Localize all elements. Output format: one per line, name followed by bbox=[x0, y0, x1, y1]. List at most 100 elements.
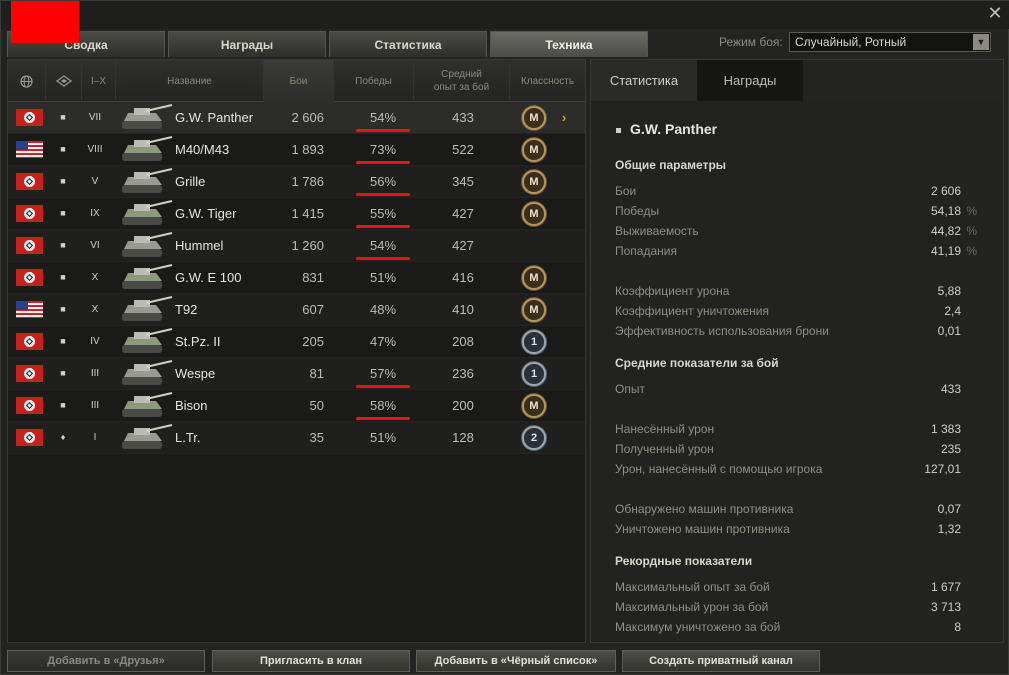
badge-cell: M bbox=[518, 134, 550, 165]
add-blacklist-button[interactable]: Добавить в «Чёрный список» bbox=[416, 650, 616, 672]
details-tab-statistics[interactable]: Статистика bbox=[591, 60, 697, 101]
add-friend-button[interactable]: Добавить в «Друзья» bbox=[7, 650, 205, 672]
nation-cell bbox=[12, 422, 46, 453]
vehicle-avg-exp: 200 bbox=[452, 398, 474, 413]
table-row[interactable]: ■ III Wespe 81 57% 236 1 bbox=[8, 358, 585, 390]
tank-image-icon bbox=[116, 198, 176, 229]
vehicle-battles: 1 893 bbox=[291, 142, 324, 157]
battle-mode-value: Случайный, Ротный bbox=[795, 35, 907, 49]
level-badge-icon: 1 bbox=[522, 329, 546, 354]
vehicle-type-icon[interactable] bbox=[46, 60, 82, 102]
vehicle-name: T92 bbox=[175, 302, 198, 317]
header-avg-exp[interactable]: Средний опыт за бой bbox=[414, 60, 510, 102]
header-battles-label: Бои bbox=[289, 75, 308, 87]
invite-clan-button[interactable]: Пригласить в клан bbox=[212, 650, 410, 672]
vehicle-avg-exp: 416 bbox=[452, 270, 474, 285]
stat-row: Опыт 433 bbox=[615, 382, 977, 398]
header-wins[interactable]: Победы bbox=[334, 60, 414, 102]
vehicle-name: St.Pz. II bbox=[175, 334, 221, 349]
germany-flag-icon bbox=[15, 365, 43, 382]
vehicle-type: ■ bbox=[60, 176, 66, 186]
stat-row: Эффективность использования брони 0,01 bbox=[615, 324, 977, 340]
vehicle-name: Grille bbox=[175, 174, 206, 189]
vehicle-type: ■ bbox=[60, 240, 66, 250]
stat-value: 0,01 bbox=[937, 324, 961, 338]
header-mastery[interactable]: Классность bbox=[510, 60, 585, 102]
table-row[interactable]: ■ III Bison 50 58% 200 M bbox=[8, 390, 585, 422]
stat-label: Победы bbox=[615, 204, 660, 218]
stat-value: 433 bbox=[940, 382, 961, 396]
stat-value: 8 bbox=[954, 620, 961, 634]
vehicle-tier: VII bbox=[88, 112, 102, 123]
vehicle-battles: 1 786 bbox=[291, 174, 324, 189]
tab-vehicles[interactable]: Техника bbox=[490, 31, 648, 57]
badge-cell: M bbox=[518, 198, 550, 229]
badge-cell: 2 bbox=[518, 422, 550, 453]
vehicle-type: ■ bbox=[60, 400, 66, 410]
header-name[interactable]: Название bbox=[116, 60, 264, 102]
globe-icon[interactable] bbox=[8, 60, 46, 102]
vehicle-type: ■ bbox=[60, 368, 66, 378]
main-tabs: Сводка Награды Статистика Техника bbox=[7, 31, 651, 57]
profile-window: ✕ Сводка Награды Статистика Техника Режи… bbox=[0, 0, 1009, 675]
stat-row bbox=[615, 482, 977, 498]
vehicle-battles: 2 606 bbox=[291, 110, 324, 125]
table-row[interactable]: ■ VII G.W. Panther 2 606 54% 433 M › bbox=[8, 102, 585, 134]
germany-flag-icon bbox=[15, 397, 43, 414]
red-underline-mark bbox=[356, 385, 410, 388]
mastery-badge-icon: M bbox=[522, 393, 546, 418]
details-panel: Статистика Награды G.W. Panther Общие па… bbox=[590, 59, 1004, 643]
vehicle-type: ♦ bbox=[60, 432, 66, 442]
vehicle-title-text: G.W. Panther bbox=[630, 121, 718, 137]
stat-label: Полученный урон bbox=[615, 442, 714, 456]
tank-image-icon bbox=[116, 422, 176, 453]
tank-image-icon bbox=[116, 102, 176, 133]
chevron-right-icon: › bbox=[561, 110, 567, 125]
tank-image-icon bbox=[116, 390, 176, 421]
vehicle-name: L.Tr. bbox=[175, 430, 201, 445]
stat-label: Максимальный опыт за бой bbox=[615, 580, 770, 594]
close-icon[interactable]: ✕ bbox=[985, 3, 1005, 23]
badge-cell: 1 bbox=[518, 358, 550, 389]
table-row[interactable]: ■ VI Hummel 1 260 54% 427 bbox=[8, 230, 585, 262]
title-bar bbox=[1, 1, 1009, 29]
stat-label: Нанесённый урон bbox=[615, 422, 715, 436]
tab-awards[interactable]: Награды bbox=[168, 31, 326, 57]
create-channel-button[interactable]: Создать приватный канал bbox=[622, 650, 820, 672]
vehicle-tier: IX bbox=[90, 208, 100, 219]
stat-row: Победы 54,18% bbox=[615, 204, 977, 220]
stat-row: Коэффициент урона 5,88 bbox=[615, 284, 977, 300]
vehicle-battles: 205 bbox=[302, 334, 324, 349]
stat-row: Максимальный опыт за бой 1 677 bbox=[615, 580, 977, 596]
vehicle-avg-exp: 410 bbox=[452, 302, 474, 317]
vehicle-type: ■ bbox=[60, 144, 66, 154]
details-tab-awards[interactable]: Награды bbox=[697, 60, 803, 101]
nation-cell bbox=[12, 198, 46, 229]
header-tier[interactable]: I–X bbox=[82, 60, 116, 102]
germany-flag-icon bbox=[15, 333, 43, 350]
table-row[interactable]: ■ VIII M40/M43 1 893 73% 522 M bbox=[8, 134, 585, 166]
stat-row: Нанесённый урон 1 383 bbox=[615, 422, 977, 438]
stats-section-title: Рекордные показатели bbox=[615, 554, 753, 568]
stat-label: Уничтожено машин противника bbox=[615, 522, 790, 536]
table-row[interactable]: ■ X G.W. E 100 831 51% 416 M bbox=[8, 262, 585, 294]
tab-statistics[interactable]: Статистика bbox=[329, 31, 487, 57]
vehicle-battles: 1 260 bbox=[291, 238, 324, 253]
header-battles[interactable]: Бои bbox=[264, 60, 334, 102]
table-row[interactable]: ■ IV St.Pz. II 205 47% 208 1 bbox=[8, 326, 585, 358]
vehicle-battles: 35 bbox=[309, 430, 324, 445]
battle-mode-select[interactable]: Случайный, Ротный ▼ bbox=[789, 32, 991, 52]
table-row[interactable]: ♦ I L.Tr. 35 51% 128 2 bbox=[8, 422, 585, 454]
stat-label: Коэффициент урона bbox=[615, 284, 730, 298]
table-row[interactable]: ■ IX G.W. Tiger 1 415 55% 427 M bbox=[8, 198, 585, 230]
vehicle-name: G.W. Tiger bbox=[175, 206, 237, 221]
badge-cell: M bbox=[518, 166, 550, 197]
details-body: G.W. Panther Общие параметры Бои 2 606 Побе… bbox=[591, 101, 1003, 642]
table-row[interactable]: ■ V Grille 1 786 56% 345 M bbox=[8, 166, 585, 198]
vehicle-name: G.W. E 100 bbox=[175, 270, 242, 285]
table-row[interactable]: ■ X T92 607 48% 410 M bbox=[8, 294, 585, 326]
tank-image-icon bbox=[116, 134, 176, 165]
tank-image-icon bbox=[116, 358, 176, 389]
stat-label: Эффективность использования брони bbox=[615, 324, 829, 338]
nation-cell bbox=[12, 262, 46, 293]
